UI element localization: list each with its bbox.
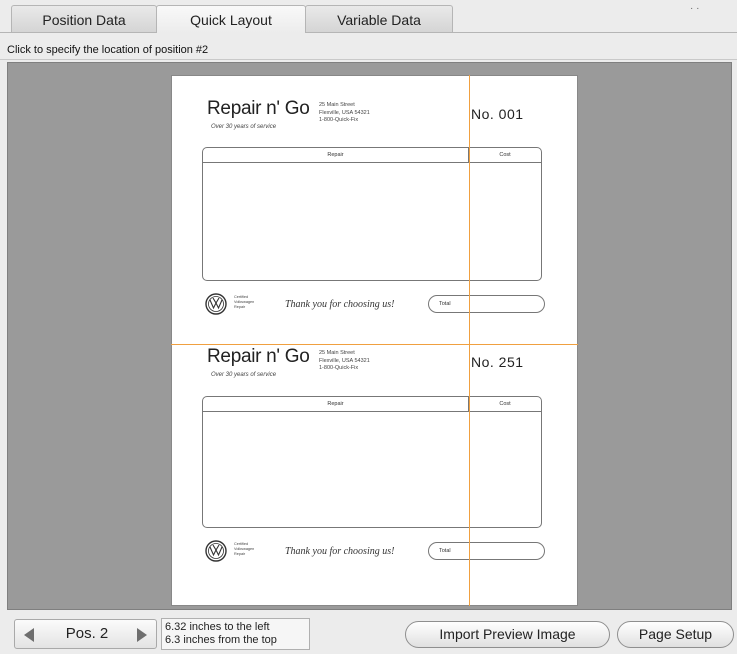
tab-bar: Position Data Quick Layout Variable Data…: [0, 0, 737, 34]
position-stepper: Pos. 2: [14, 619, 157, 649]
repair-table-header: Repair Cost: [203, 148, 541, 163]
certified-text: Certified Volkswagen Repair: [234, 295, 255, 309]
receipt-number: No. 001: [471, 106, 524, 122]
coord-left-text: 6.32 inches to the left: [165, 621, 270, 633]
repair-table: Repair Cost: [202, 147, 542, 281]
receipt-tagline: Over 30 years of service: [211, 124, 277, 130]
receipt-number: No. 251: [471, 354, 524, 370]
receipt-1: Repair n' Go Over 30 years of service 25…: [172, 76, 577, 336]
triangle-right-icon[interactable]: [137, 628, 147, 642]
layout-canvas[interactable]: Repair n' Go Over 30 years of service 25…: [7, 62, 732, 610]
col-cost: Cost: [499, 152, 511, 158]
total-field: Total: [428, 542, 545, 560]
tab-divider: [0, 32, 737, 33]
col-cost: Cost: [499, 401, 511, 407]
thanks-text: Thank you for choosing us!: [285, 299, 395, 310]
vw-logo-icon: [205, 293, 227, 315]
receipt-tagline: Over 30 years of service: [211, 372, 277, 378]
coordinates-readout: 6.32 inches to the left 6.3 inches from …: [161, 618, 310, 650]
thanks-text: Thank you for choosing us!: [285, 546, 395, 557]
total-field: Total: [428, 295, 545, 313]
tab-quick-layout[interactable]: Quick Layout: [156, 5, 306, 33]
receipt-title: Repair n' Go: [207, 346, 310, 367]
tab-variable-data[interactable]: Variable Data: [305, 5, 453, 33]
page-setup-button[interactable]: Page Setup: [617, 621, 734, 648]
col-repair: Repair: [203, 397, 469, 411]
import-preview-image-button[interactable]: Import Preview Image: [405, 621, 610, 648]
position-label: Pos. 2: [65, 625, 109, 642]
instruction-text: Click to specify the location of positio…: [0, 40, 737, 60]
receipt-title: Repair n' Go: [207, 98, 310, 119]
receipt-address: 25 Main Street Flexville, USA 54321 1-80…: [319, 102, 370, 123]
coord-top-text: 6.3 inches from the top: [165, 634, 277, 646]
vw-logo-icon: [205, 540, 227, 562]
repair-table: Repair Cost: [202, 396, 542, 528]
repair-table-header: Repair Cost: [203, 397, 541, 412]
vertical-guide-line: [469, 75, 470, 606]
tab-position-data[interactable]: Position Data: [11, 5, 157, 33]
receipt-address: 25 Main Street Flexville, USA 54321 1-80…: [319, 350, 370, 371]
triangle-left-icon[interactable]: [24, 628, 34, 642]
certified-text: Certified Volkswagen Repair: [234, 542, 255, 556]
preview-page[interactable]: Repair n' Go Over 30 years of service 25…: [171, 75, 578, 606]
horizontal-guide-line: [171, 344, 578, 345]
col-repair: Repair: [203, 148, 469, 162]
receipt-2: Repair n' Go Over 30 years of service 25…: [172, 332, 577, 592]
window-corner-dots: · ·: [690, 3, 700, 14]
bottom-toolbar: Pos. 2 6.32 inches to the left 6.3 inche…: [0, 613, 737, 654]
